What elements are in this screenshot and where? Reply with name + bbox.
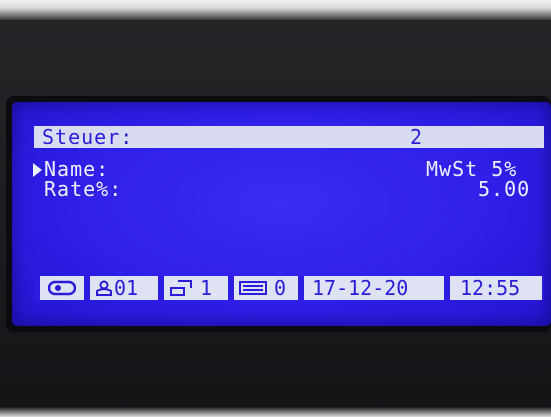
header-label: Steuer: xyxy=(42,125,134,149)
status-operator-cell: 01 xyxy=(90,276,158,300)
operator-number: 01 xyxy=(114,276,139,300)
cash-drawer-icon xyxy=(48,280,76,296)
selection-cursor-icon xyxy=(33,163,42,177)
register-icon xyxy=(170,280,192,296)
keyboard-icon xyxy=(239,281,267,295)
user-icon xyxy=(96,280,112,296)
background-surface xyxy=(0,407,551,417)
status-time: 12:55 xyxy=(450,276,542,300)
keyboard-number: 0 xyxy=(274,276,287,300)
status-mode-cell xyxy=(40,276,84,300)
background-glare xyxy=(0,0,551,20)
header-value: 2 xyxy=(410,125,424,149)
register-number: 1 xyxy=(200,276,213,300)
status-date: 17-12-20 xyxy=(304,276,444,300)
field-rate-value[interactable]: 5.00 xyxy=(478,178,530,200)
time-text: 12:55 xyxy=(460,276,521,300)
status-keyboard-cell: 0 xyxy=(234,276,298,300)
date-text: 17-12-20 xyxy=(312,276,409,300)
status-register-cell: 1 xyxy=(164,276,228,300)
field-rate-label[interactable]: Rate%: xyxy=(44,178,122,200)
